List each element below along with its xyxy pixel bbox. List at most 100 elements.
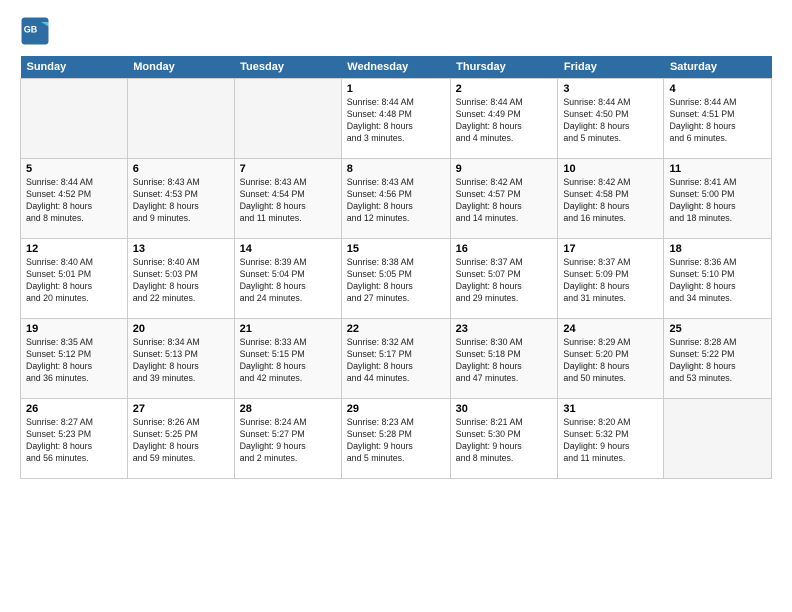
day-info: Sunrise: 8:35 AM Sunset: 5:12 PM Dayligh… bbox=[26, 337, 122, 385]
calendar-cell: 29 Sunrise: 8:23 AM Sunset: 5:28 PM Dayli… bbox=[341, 399, 450, 479]
day-info: Sunrise: 8:29 AM Sunset: 5:20 PM Dayligh… bbox=[563, 337, 658, 385]
day-info: Sunrise: 8:43 AM Sunset: 4:56 PM Dayligh… bbox=[347, 177, 445, 225]
calendar-cell: 22 Sunrise: 8:32 AM Sunset: 5:17 PM Dayli… bbox=[341, 319, 450, 399]
logo-icon: GB bbox=[20, 16, 50, 46]
calendar-cell: 12 Sunrise: 8:40 AM Sunset: 5:01 PM Dayli… bbox=[21, 239, 128, 319]
day-info: Sunrise: 8:24 AM Sunset: 5:27 PM Dayligh… bbox=[240, 417, 336, 465]
calendar-cell: 3Sunrise: 8:44 AM Sunset: 4:50 PM Daylig… bbox=[558, 79, 664, 159]
day-info: Sunrise: 8:44 AM Sunset: 4:48 PM Dayligh… bbox=[347, 97, 445, 145]
calendar-cell: 18 Sunrise: 8:36 AM Sunset: 5:10 PM Dayli… bbox=[664, 239, 772, 319]
day-info: Sunrise: 8:44 AM Sunset: 4:49 PM Dayligh… bbox=[456, 97, 553, 145]
calendar-cell: 31 Sunrise: 8:20 AM Sunset: 5:32 PM Dayli… bbox=[558, 399, 664, 479]
day-number: 22 bbox=[347, 323, 445, 335]
day-info: Sunrise: 8:43 AM Sunset: 4:53 PM Dayligh… bbox=[133, 177, 229, 225]
calendar-cell: 9 Sunrise: 8:42 AM Sunset: 4:57 PM Daylig… bbox=[450, 159, 558, 239]
day-info: Sunrise: 8:44 AM Sunset: 4:51 PM Dayligh… bbox=[669, 97, 766, 145]
day-number: 4 bbox=[669, 83, 766, 95]
day-number: 5 bbox=[26, 163, 122, 175]
calendar-table: SundayMondayTuesdayWednesdayThursdayFrid… bbox=[20, 56, 772, 479]
day-number: 17 bbox=[563, 243, 658, 255]
day-info: Sunrise: 8:44 AM Sunset: 4:52 PM Dayligh… bbox=[26, 177, 122, 225]
day-number: 19 bbox=[26, 323, 122, 335]
day-info: Sunrise: 8:40 AM Sunset: 5:03 PM Dayligh… bbox=[133, 257, 229, 305]
weekday-header-saturday: Saturday bbox=[664, 56, 772, 79]
day-number: 12 bbox=[26, 243, 122, 255]
day-info: Sunrise: 8:38 AM Sunset: 5:05 PM Dayligh… bbox=[347, 257, 445, 305]
calendar-cell: 25 Sunrise: 8:28 AM Sunset: 5:22 PM Dayli… bbox=[664, 319, 772, 399]
day-number: 30 bbox=[456, 403, 553, 415]
day-info: Sunrise: 8:28 AM Sunset: 5:22 PM Dayligh… bbox=[669, 337, 766, 385]
day-number: 24 bbox=[563, 323, 658, 335]
day-info: Sunrise: 8:23 AM Sunset: 5:28 PM Dayligh… bbox=[347, 417, 445, 465]
day-number: 31 bbox=[563, 403, 658, 415]
weekday-header-thursday: Thursday bbox=[450, 56, 558, 79]
calendar-cell: 2 Sunrise: 8:44 AM Sunset: 4:49 PM Daylig… bbox=[450, 79, 558, 159]
day-info: Sunrise: 8:33 AM Sunset: 5:15 PM Dayligh… bbox=[240, 337, 336, 385]
calendar-cell bbox=[234, 79, 341, 159]
day-number: 29 bbox=[347, 403, 445, 415]
day-number: 7 bbox=[240, 163, 336, 175]
day-info: Sunrise: 8:26 AM Sunset: 5:25 PM Dayligh… bbox=[133, 417, 229, 465]
calendar-cell: 14Sunrise: 8:39 AM Sunset: 5:04 PM Dayli… bbox=[234, 239, 341, 319]
day-number: 21 bbox=[240, 323, 336, 335]
day-number: 3 bbox=[563, 83, 658, 95]
day-info: Sunrise: 8:39 AM Sunset: 5:04 PM Dayligh… bbox=[240, 257, 336, 305]
calendar-cell: 24 Sunrise: 8:29 AM Sunset: 5:20 PM Dayli… bbox=[558, 319, 664, 399]
day-info: Sunrise: 8:27 AM Sunset: 5:23 PM Dayligh… bbox=[26, 417, 122, 465]
calendar-cell: 23 Sunrise: 8:30 AM Sunset: 5:18 PM Dayli… bbox=[450, 319, 558, 399]
day-number: 25 bbox=[669, 323, 766, 335]
day-number: 15 bbox=[347, 243, 445, 255]
day-info: Sunrise: 8:20 AM Sunset: 5:32 PM Dayligh… bbox=[563, 417, 658, 465]
calendar-cell: 11Sunrise: 8:41 AM Sunset: 5:00 PM Dayli… bbox=[664, 159, 772, 239]
page-header: GB bbox=[20, 16, 772, 46]
calendar-cell: 17 Sunrise: 8:37 AM Sunset: 5:09 PM Dayli… bbox=[558, 239, 664, 319]
calendar-cell bbox=[21, 79, 128, 159]
calendar-cell: 6 Sunrise: 8:43 AM Sunset: 4:53 PM Daylig… bbox=[127, 159, 234, 239]
calendar-cell: 26Sunrise: 8:27 AM Sunset: 5:23 PM Dayli… bbox=[21, 399, 128, 479]
calendar-week-3: 12 Sunrise: 8:40 AM Sunset: 5:01 PM Dayli… bbox=[21, 239, 772, 319]
day-info: Sunrise: 8:42 AM Sunset: 4:58 PM Dayligh… bbox=[563, 177, 658, 225]
day-info: Sunrise: 8:21 AM Sunset: 5:30 PM Dayligh… bbox=[456, 417, 553, 465]
calendar-cell bbox=[127, 79, 234, 159]
calendar-cell: 20Sunrise: 8:34 AM Sunset: 5:13 PM Dayli… bbox=[127, 319, 234, 399]
day-number: 10 bbox=[563, 163, 658, 175]
weekday-header-friday: Friday bbox=[558, 56, 664, 79]
calendar-week-2: 5 Sunrise: 8:44 AM Sunset: 4:52 PM Daylig… bbox=[21, 159, 772, 239]
calendar-cell: 19 Sunrise: 8:35 AM Sunset: 5:12 PM Dayli… bbox=[21, 319, 128, 399]
calendar-cell: 1Sunrise: 8:44 AM Sunset: 4:48 PM Daylig… bbox=[341, 79, 450, 159]
weekday-header-tuesday: Tuesday bbox=[234, 56, 341, 79]
day-info: Sunrise: 8:30 AM Sunset: 5:18 PM Dayligh… bbox=[456, 337, 553, 385]
calendar-cell: 5 Sunrise: 8:44 AM Sunset: 4:52 PM Daylig… bbox=[21, 159, 128, 239]
day-info: Sunrise: 8:36 AM Sunset: 5:10 PM Dayligh… bbox=[669, 257, 766, 305]
logo: GB bbox=[20, 16, 54, 46]
calendar-cell: 10 Sunrise: 8:42 AM Sunset: 4:58 PM Dayli… bbox=[558, 159, 664, 239]
day-number: 28 bbox=[240, 403, 336, 415]
day-info: Sunrise: 8:42 AM Sunset: 4:57 PM Dayligh… bbox=[456, 177, 553, 225]
calendar-cell: 13 Sunrise: 8:40 AM Sunset: 5:03 PM Dayli… bbox=[127, 239, 234, 319]
day-number: 6 bbox=[133, 163, 229, 175]
day-number: 9 bbox=[456, 163, 553, 175]
day-info: Sunrise: 8:32 AM Sunset: 5:17 PM Dayligh… bbox=[347, 337, 445, 385]
day-number: 18 bbox=[669, 243, 766, 255]
weekday-header-wednesday: Wednesday bbox=[341, 56, 450, 79]
day-info: Sunrise: 8:37 AM Sunset: 5:07 PM Dayligh… bbox=[456, 257, 553, 305]
calendar-cell: 8 Sunrise: 8:43 AM Sunset: 4:56 PM Daylig… bbox=[341, 159, 450, 239]
day-info: Sunrise: 8:40 AM Sunset: 5:01 PM Dayligh… bbox=[26, 257, 122, 305]
calendar-cell: 30 Sunrise: 8:21 AM Sunset: 5:30 PM Dayli… bbox=[450, 399, 558, 479]
day-number: 23 bbox=[456, 323, 553, 335]
day-number: 13 bbox=[133, 243, 229, 255]
weekday-header-monday: Monday bbox=[127, 56, 234, 79]
day-info: Sunrise: 8:34 AM Sunset: 5:13 PM Dayligh… bbox=[133, 337, 229, 385]
day-info: Sunrise: 8:43 AM Sunset: 4:54 PM Dayligh… bbox=[240, 177, 336, 225]
day-number: 2 bbox=[456, 83, 553, 95]
calendar-week-1: 1Sunrise: 8:44 AM Sunset: 4:48 PM Daylig… bbox=[21, 79, 772, 159]
weekday-header-sunday: Sunday bbox=[21, 56, 128, 79]
calendar-cell: 16Sunrise: 8:37 AM Sunset: 5:07 PM Dayli… bbox=[450, 239, 558, 319]
calendar-cell: 21 Sunrise: 8:33 AM Sunset: 5:15 PM Dayli… bbox=[234, 319, 341, 399]
svg-text:GB: GB bbox=[24, 25, 38, 35]
calendar-cell: 15 Sunrise: 8:38 AM Sunset: 5:05 PM Dayli… bbox=[341, 239, 450, 319]
calendar-cell: 7 Sunrise: 8:43 AM Sunset: 4:54 PM Daylig… bbox=[234, 159, 341, 239]
day-info: Sunrise: 8:37 AM Sunset: 5:09 PM Dayligh… bbox=[563, 257, 658, 305]
calendar-cell bbox=[664, 399, 772, 479]
day-number: 8 bbox=[347, 163, 445, 175]
